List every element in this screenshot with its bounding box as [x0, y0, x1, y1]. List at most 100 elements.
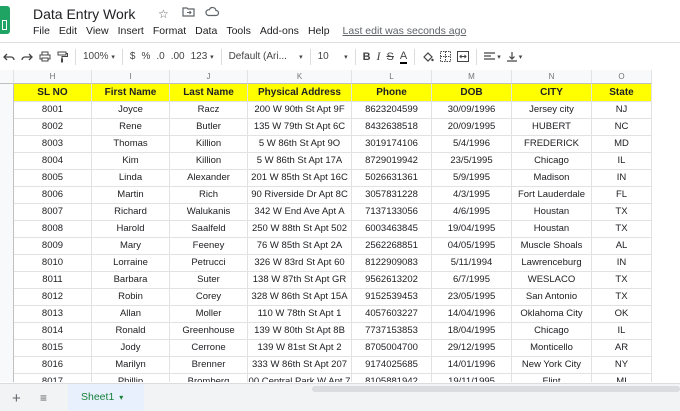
- table-cell[interactable]: Killion: [170, 153, 248, 170]
- row-number-gutter[interactable]: [0, 84, 14, 382]
- table-cell[interactable]: TX: [592, 221, 652, 238]
- folder-move-icon[interactable]: [182, 6, 195, 20]
- table-cell[interactable]: Marilyn: [92, 357, 170, 374]
- table-cell[interactable]: 333 W 86th St Apt 207: [248, 357, 352, 374]
- table-cell[interactable]: 7137133056: [352, 204, 432, 221]
- table-cell[interactable]: 14/01/1996: [432, 357, 512, 374]
- table-cell[interactable]: New York City: [512, 357, 592, 374]
- table-cell[interactable]: 139 W 80th St Apt 8B: [248, 323, 352, 340]
- undo-icon[interactable]: [0, 47, 18, 67]
- column-header[interactable]: N: [512, 70, 592, 84]
- column-header[interactable]: J: [170, 70, 248, 84]
- table-cell[interactable]: 90 Riverside Dr Apt 8C: [248, 187, 352, 204]
- table-cell[interactable]: 8007: [14, 204, 92, 221]
- table-cell[interactable]: Mary: [92, 238, 170, 255]
- table-cell[interactable]: Chicago: [512, 323, 592, 340]
- italic-button[interactable]: I: [374, 47, 384, 67]
- more-formats-select[interactable]: 123 ▾: [188, 47, 217, 67]
- table-cell[interactable]: 9174025685: [352, 357, 432, 374]
- column-header[interactable]: M: [432, 70, 512, 84]
- table-cell[interactable]: 8014: [14, 323, 92, 340]
- table-cell[interactable]: 23/05/1995: [432, 289, 512, 306]
- table-cell[interactable]: IN: [592, 170, 652, 187]
- table-cell[interactable]: Muscle Shoals: [512, 238, 592, 255]
- table-cell[interactable]: 8010: [14, 255, 92, 272]
- table-cell[interactable]: 7737153853: [352, 323, 432, 340]
- table-cell[interactable]: Madison: [512, 170, 592, 187]
- table-cell[interactable]: Jersey city: [512, 102, 592, 119]
- menu-format[interactable]: Format: [153, 25, 186, 37]
- table-cell[interactable]: 342 W End Ave Apt A: [248, 204, 352, 221]
- table-cell[interactable]: Feeney: [170, 238, 248, 255]
- redo-icon[interactable]: [18, 47, 36, 67]
- table-cell[interactable]: Martin: [92, 187, 170, 204]
- table-cell[interactable]: 04/05/1995: [432, 238, 512, 255]
- sheet-tab-sheet1[interactable]: Sheet1 ▾: [68, 384, 144, 411]
- table-cell[interactable]: Saalfeld: [170, 221, 248, 238]
- table-cell[interactable]: Linda: [92, 170, 170, 187]
- add-sheet-icon[interactable]: +: [12, 390, 21, 407]
- table-cell[interactable]: Houstan: [512, 204, 592, 221]
- print-icon[interactable]: [36, 47, 54, 67]
- table-cell[interactable]: IL: [592, 153, 652, 170]
- table-cell[interactable]: 8012: [14, 289, 92, 306]
- table-cell[interactable]: Harold: [92, 221, 170, 238]
- font-size-select[interactable]: 10 ▾: [315, 47, 351, 67]
- table-cell[interactable]: Petrucci: [170, 255, 248, 272]
- font-select[interactable]: Default (Ari... ▾: [226, 47, 306, 67]
- table-cell[interactable]: 8122909083: [352, 255, 432, 272]
- table-cell[interactable]: Allan: [92, 306, 170, 323]
- table-cell[interactable]: AL: [592, 238, 652, 255]
- bold-button[interactable]: B: [360, 47, 374, 67]
- table-cell[interactable]: Richard: [92, 204, 170, 221]
- table-cell[interactable]: 139 W 81st St Apt 2: [248, 340, 352, 357]
- table-cell[interactable]: 8432638518: [352, 119, 432, 136]
- table-cell[interactable]: 18/04/1995: [432, 323, 512, 340]
- table-cell[interactable]: Walukanis: [170, 204, 248, 221]
- menu-view[interactable]: View: [86, 25, 109, 37]
- table-cell[interactable]: 8705004700: [352, 340, 432, 357]
- text-color-button[interactable]: A: [397, 47, 410, 67]
- header-cell[interactable]: Physical Address: [248, 84, 352, 102]
- table-cell[interactable]: 14/04/1996: [432, 306, 512, 323]
- column-header[interactable]: K: [248, 70, 352, 84]
- table-cell[interactable]: 110 W 78th St Apt 1: [248, 306, 352, 323]
- table-cell[interactable]: 8105881942: [352, 374, 432, 382]
- table-cell[interactable]: 8015: [14, 340, 92, 357]
- table-cell[interactable]: Ronald: [92, 323, 170, 340]
- table-cell[interactable]: WESLACO: [512, 272, 592, 289]
- table-cell[interactable]: MD: [592, 136, 652, 153]
- table-cell[interactable]: 5026631361: [352, 170, 432, 187]
- table-cell[interactable]: Joyce: [92, 102, 170, 119]
- table-cell[interactable]: TX: [592, 272, 652, 289]
- menu-help[interactable]: Help: [308, 25, 330, 37]
- table-cell[interactable]: NY: [592, 357, 652, 374]
- table-cell[interactable]: 4/6/1995: [432, 204, 512, 221]
- table-cell[interactable]: Flint: [512, 374, 592, 382]
- menu-tools[interactable]: Tools: [226, 25, 251, 37]
- column-header[interactable]: I: [92, 70, 170, 84]
- table-cell[interactable]: IL: [592, 323, 652, 340]
- merge-cells-icon[interactable]: [454, 47, 472, 67]
- table-cell[interactable]: Moller: [170, 306, 248, 323]
- currency-format-button[interactable]: $: [127, 47, 139, 67]
- table-cell[interactable]: 5 W 86th St Apt 9O: [248, 136, 352, 153]
- header-cell[interactable]: Last Name: [170, 84, 248, 102]
- table-cell[interactable]: Barbara: [92, 272, 170, 289]
- table-cell[interactable]: Corey: [170, 289, 248, 306]
- table-cell[interactable]: 8011: [14, 272, 92, 289]
- table-cell[interactable]: IN: [592, 255, 652, 272]
- table-cell[interactable]: Alexander: [170, 170, 248, 187]
- table-cell[interactable]: 9152539453: [352, 289, 432, 306]
- table-cell[interactable]: 138 W 87th St Apt GR: [248, 272, 352, 289]
- sheets-logo-icon[interactable]: [0, 6, 10, 34]
- table-cell[interactable]: Phillip: [92, 374, 170, 382]
- table-cell[interactable]: Butler: [170, 119, 248, 136]
- table-cell[interactable]: 8013: [14, 306, 92, 323]
- chevron-down-icon[interactable]: ▾: [119, 393, 123, 402]
- table-cell[interactable]: 8009: [14, 238, 92, 255]
- table-cell[interactable]: 8002: [14, 119, 92, 136]
- table-cell[interactable]: 8003: [14, 136, 92, 153]
- last-edit-link[interactable]: Last edit was seconds ago: [343, 25, 467, 37]
- table-cell[interactable]: 00 Central Park W Apt 7: [248, 374, 352, 382]
